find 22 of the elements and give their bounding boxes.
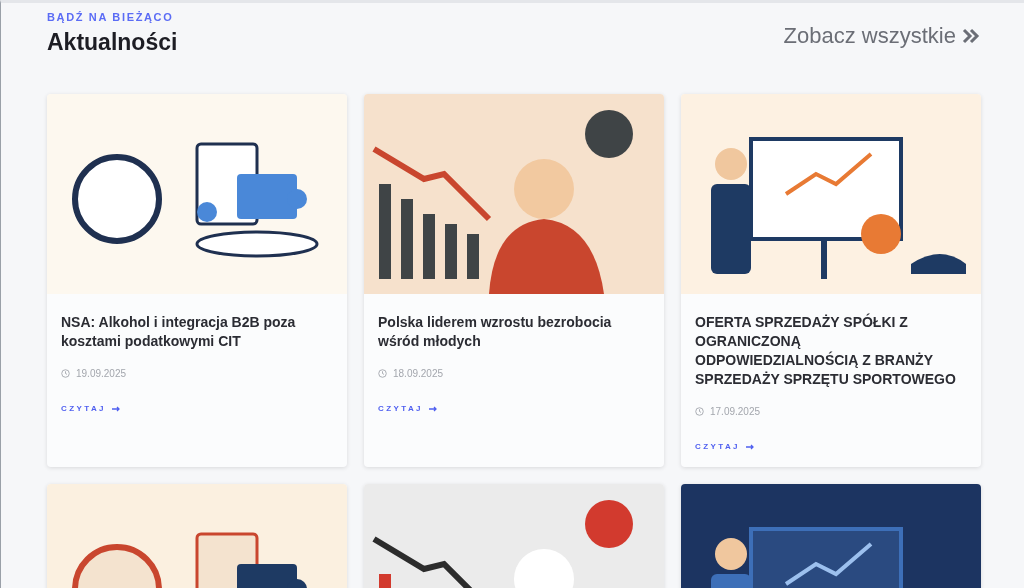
section-eyebrow: BĄDŹ NA BIEŻĄCO <box>47 10 175 25</box>
read-more-link[interactable]: CZYTAJ <box>378 403 438 416</box>
article-title[interactable]: OFERTA SPRZEDAŻY SPÓŁKI Z OGRANICZONĄ ODPOWIEDZIALNOŚCIĄ Z BRANŻY SPRZEDAŻY SPRZĘTU SPORTOWEGO <box>695 313 967 390</box>
clock-icon <box>61 369 70 379</box>
arrow-right-icon <box>428 406 438 413</box>
read-more-link[interactable]: CZYTAJ <box>695 441 755 454</box>
section-title: Aktualności <box>47 27 178 57</box>
arrow-right-icon <box>111 406 121 413</box>
article-title[interactable]: NSA: Alkohol i integracja B2B poza kosztami podatkowymi CIT <box>61 313 333 352</box>
arrow-right-icon <box>745 444 755 451</box>
article-date: 18.09.2025 <box>393 367 444 382</box>
article-date: 17.09.2025 <box>710 405 761 420</box>
news-card[interactable]: OFERTA SPRZEDAŻY SPÓŁKI Z OGRANICZONĄ ODPOWIEDZIALNOŚCIĄ Z BRANŻY SPRZEDAŻY SPRZĘTU SPORTOWEGO 17.09.2025 CZYTAJ <box>681 94 981 468</box>
see-all-link[interactable]: Zobacz wszystkie <box>783 19 980 52</box>
clock-icon <box>695 407 704 417</box>
read-more-link[interactable]: CZYTAJ <box>61 403 121 416</box>
double-chevron-icon <box>962 27 980 44</box>
clock-icon <box>378 369 387 379</box>
news-card[interactable]: Polska liderem wzrostu bezrobocia wśród młodych 18.09.2025 CZYTAJ <box>364 94 664 468</box>
news-card[interactable]: NSA: Alkohol i integracja B2B poza kosztami podatkowymi CIT 19.09.2025 CZYTAJ <box>47 94 347 468</box>
article-date: 19.09.2025 <box>76 367 127 382</box>
article-title[interactable]: Polska liderem wzrostu bezrobocia wśród młodych <box>378 313 650 352</box>
